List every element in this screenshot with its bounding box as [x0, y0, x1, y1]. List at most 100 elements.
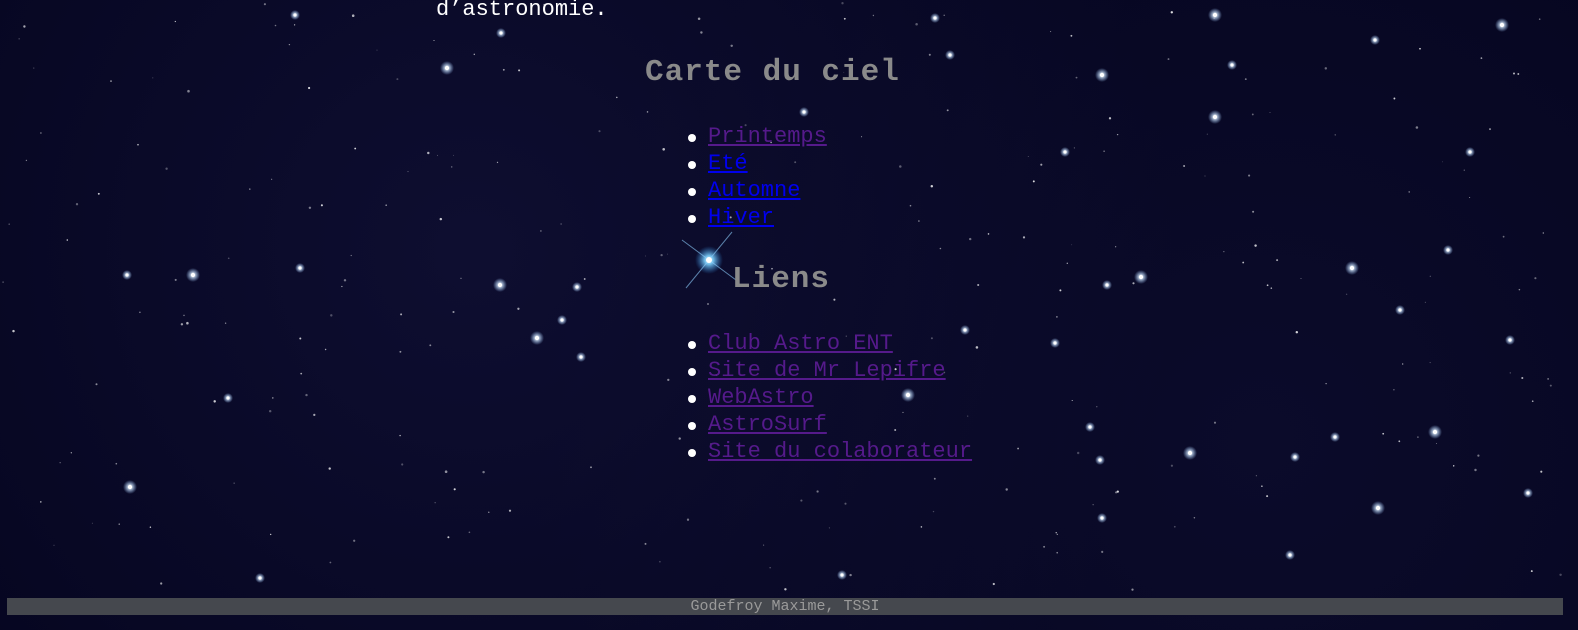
faint-star	[444, 470, 448, 474]
faint-star	[1132, 282, 1135, 285]
faint-star	[1170, 464, 1174, 467]
faint-star	[1417, 436, 1419, 438]
faint-star	[1324, 67, 1328, 70]
faint-star	[992, 582, 995, 586]
faint-star	[263, 3, 266, 6]
faint-star	[977, 283, 980, 287]
faint-star	[1393, 389, 1395, 391]
link-site-mr-lepifre[interactable]: Site de Mr Lepifre	[708, 358, 946, 383]
star-core	[127, 484, 133, 490]
star-core	[575, 285, 579, 289]
faint-star	[1477, 454, 1480, 457]
faint-star	[139, 311, 141, 314]
faint-star	[299, 337, 302, 340]
link-site-du-colaborateur[interactable]: Site du colaborateur	[708, 439, 972, 464]
faint-star	[1269, 112, 1271, 113]
faint-star	[1424, 301, 1426, 303]
link-astrosurf[interactable]: AstroSurf	[708, 412, 827, 437]
faint-star	[1534, 277, 1537, 280]
faint-star	[1096, 406, 1098, 408]
faint-star	[308, 86, 311, 90]
faint-star	[1542, 232, 1544, 234]
star-core	[1446, 248, 1450, 252]
link-automne[interactable]: Automne	[708, 178, 800, 203]
faint-star	[1531, 400, 1534, 403]
faint-star	[841, 2, 844, 5]
faint-star	[270, 533, 272, 536]
faint-star	[1059, 289, 1062, 292]
faint-star	[496, 161, 499, 164]
faint-star	[1436, 442, 1437, 444]
star-core	[125, 273, 129, 277]
faint-star	[1056, 316, 1058, 318]
link-ete[interactable]: Eté	[708, 151, 748, 176]
faint-star	[1429, 362, 1431, 364]
faint-star	[1276, 259, 1279, 262]
faint-star	[560, 223, 562, 225]
faint-star	[488, 511, 490, 513]
link-printemps[interactable]: Printemps	[708, 124, 827, 149]
faint-star	[399, 350, 402, 353]
star-core	[948, 53, 952, 57]
star-core	[1187, 450, 1193, 456]
list-item: Printemps	[688, 123, 827, 150]
list-item: Hiver	[688, 204, 827, 231]
faint-star	[1073, 147, 1075, 149]
list-item: Site du colaborateur	[687, 438, 972, 465]
star-core	[1526, 491, 1530, 495]
faint-star	[313, 413, 316, 417]
section-title-carte-du-ciel: Carte du ciel	[645, 55, 900, 90]
faint-star	[1419, 47, 1421, 50]
faint-star	[233, 482, 235, 484]
star-core	[1333, 435, 1337, 439]
faint-star	[450, 166, 453, 168]
faint-star	[137, 143, 139, 146]
faint-star	[660, 253, 663, 257]
star-core	[298, 266, 302, 270]
faint-star	[598, 130, 601, 133]
faint-star	[508, 509, 512, 512]
faint-star	[1043, 545, 1046, 548]
faint-star	[1398, 440, 1401, 443]
faint-star	[1055, 532, 1057, 534]
faint-star	[1077, 451, 1080, 455]
faint-star	[437, 154, 438, 156]
faint-star	[25, 159, 28, 162]
faint-star	[1244, 78, 1247, 81]
star-core	[258, 576, 262, 580]
link-club-astro-ent[interactable]: Club Astro ENT	[708, 331, 893, 356]
faint-star	[1071, 244, 1073, 246]
faint-star	[1116, 133, 1119, 136]
faint-star	[33, 67, 35, 69]
faint-star	[268, 409, 272, 413]
faint-star	[1022, 236, 1026, 239]
star-core	[444, 65, 450, 71]
faint-star	[227, 257, 230, 260]
link-hiver[interactable]: Hiver	[708, 205, 774, 230]
faint-star	[400, 313, 403, 316]
faint-star	[40, 501, 42, 503]
faint-star	[1345, 293, 1348, 295]
faint-star	[1502, 235, 1505, 238]
star-core	[560, 318, 564, 322]
faint-star	[1382, 432, 1385, 435]
faint-star	[18, 38, 20, 40]
faint-star	[70, 452, 72, 454]
faint-star	[1167, 58, 1170, 61]
star-core	[1468, 150, 1472, 154]
faint-star	[928, 53, 931, 56]
faint-star	[1463, 169, 1465, 171]
faint-star	[1402, 363, 1404, 365]
faint-star	[849, 573, 852, 577]
faint-star	[1251, 113, 1254, 116]
faint-star	[91, 522, 93, 524]
faint-star	[915, 22, 918, 26]
list-item: Eté	[688, 150, 827, 177]
faint-star	[351, 14, 355, 17]
link-webastro[interactable]: WebAstro	[708, 385, 814, 410]
faint-star	[933, 477, 936, 480]
faint-star	[1300, 278, 1302, 280]
faint-star	[330, 314, 333, 317]
faint-star	[1005, 488, 1008, 491]
faint-star	[700, 31, 703, 34]
